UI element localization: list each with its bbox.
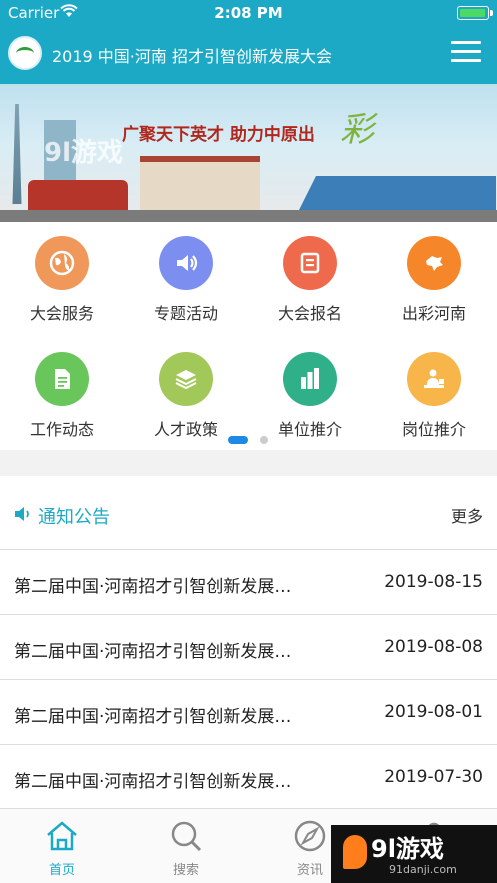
grid-item-label: 大会报名 (277, 304, 342, 323)
status-time: 2:08 PM (214, 4, 283, 22)
grid-item-work-news[interactable]: 工作动态 (0, 352, 124, 440)
notice-row-date: 2019-08-01 (384, 702, 483, 722)
notice-row-date: 2019-08-08 (384, 637, 483, 657)
page-indicator-active[interactable] (228, 436, 248, 444)
form-icon (283, 236, 337, 290)
grid-item-label: 工作动态 (29, 420, 94, 439)
globe-icon (35, 236, 89, 290)
grid-item-label: 岗位推介 (401, 420, 466, 439)
grid-item-talent-policy[interactable]: 人才政策 (124, 352, 248, 440)
conference-logo (8, 36, 42, 70)
grid-item-registration[interactable]: 大会报名 (248, 236, 372, 324)
person-desk-icon (407, 352, 461, 406)
grid-item-job-promotion[interactable]: 岗位推介 (372, 352, 496, 440)
layers-icon (159, 352, 213, 406)
notice-row[interactable]: 第二届中国·河南招才引智创新发展… 2019-08-01 (0, 680, 497, 745)
henan-map-icon (407, 236, 461, 290)
status-bar: Carrier 2:08 PM (0, 0, 497, 26)
section-divider (0, 450, 497, 476)
tab-search[interactable]: 搜索 (136, 817, 236, 878)
grid-item-label: 出彩河南 (401, 304, 466, 323)
notice-row-title: 第二届中国·河南招才引智创新发展… (14, 642, 292, 662)
page-title: 2019 中国·河南 招才引智创新发展大会 (52, 47, 332, 66)
grid-item-conference-service[interactable]: 大会服务 (0, 236, 124, 324)
hero-banner[interactable]: 9l游戏 广聚天下英才 助力中原出 彩 (0, 84, 497, 222)
megaphone-icon (15, 507, 29, 521)
building-icon (283, 352, 337, 406)
watermark-url: 91danji.com (389, 863, 457, 876)
watermark-logo-icon (343, 835, 367, 869)
hamburger-menu-button[interactable] (451, 39, 481, 65)
grid-item-employer-promotion[interactable]: 单位推介 (248, 352, 372, 440)
notice-row-title: 第二届中国·河南招才引智创新发展… (14, 707, 292, 727)
home-icon (47, 821, 77, 851)
notice-row[interactable]: 第二届中国·河南招才引智创新发展… 2019-08-15 (0, 550, 497, 615)
notice-section: 通知公告 更多 第二届中国·河南招才引智创新发展… 2019-08-15 第二届… (0, 476, 497, 810)
building-graphic (140, 156, 260, 212)
notice-header: 通知公告 更多 (0, 476, 497, 550)
notice-row-title: 第二届中国·河南招才引智创新发展… (14, 772, 292, 792)
tab-bar: 首页 搜索 资讯 我的 9l游戏 91danji.com (0, 808, 497, 883)
notice-row-date: 2019-08-15 (384, 572, 483, 592)
grid-item-label: 大会服务 (29, 304, 94, 323)
notice-row[interactable]: 第二届中国·河南招才引智创新发展… 2019-08-08 (0, 615, 497, 680)
site-watermark: 9l游戏 91danji.com (331, 825, 497, 883)
banner-slogan-brush: 彩 (340, 110, 374, 150)
notice-row-title: 第二届中国·河南招才引智创新发展… (14, 577, 292, 597)
tab-home[interactable]: 首页 (12, 817, 112, 878)
compass-icon (294, 820, 326, 852)
speaker-icon (159, 236, 213, 290)
tab-label: 搜索 (172, 863, 199, 878)
search-icon (171, 821, 202, 852)
grid-item-colorful-henan[interactable]: 出彩河南 (372, 236, 496, 324)
train-graphic (28, 180, 128, 214)
watermark-big-text: 9l游戏 (371, 835, 444, 863)
battery-icon (457, 6, 493, 20)
more-link[interactable]: 更多 (451, 503, 483, 527)
page-indicator-inactive[interactable] (260, 436, 268, 444)
banner-slogan: 广聚天下英才 助力中原出 (122, 125, 315, 145)
tv-tower-graphic (12, 104, 22, 204)
grid-item-special-events[interactable]: 专题活动 (124, 236, 248, 324)
document-icon (35, 352, 89, 406)
app-header: 2019 中国·河南 招才引智创新发展大会 (0, 26, 497, 84)
notice-row[interactable]: 第二届中国·河南招才引智创新发展… 2019-07-30 (0, 745, 497, 810)
grid-item-label: 专题活动 (153, 304, 218, 323)
tab-label: 首页 (48, 863, 75, 878)
feature-grid: 大会服务 专题活动 大会报名 出彩河南 工作动态 人才政策 单位推介 岗位推介 (0, 222, 497, 450)
notice-title: 通知公告 (38, 507, 110, 528)
railway-graphic (0, 210, 497, 222)
notice-row-date: 2019-07-30 (384, 767, 483, 787)
banner-watermark: 9l游戏 (44, 138, 124, 168)
